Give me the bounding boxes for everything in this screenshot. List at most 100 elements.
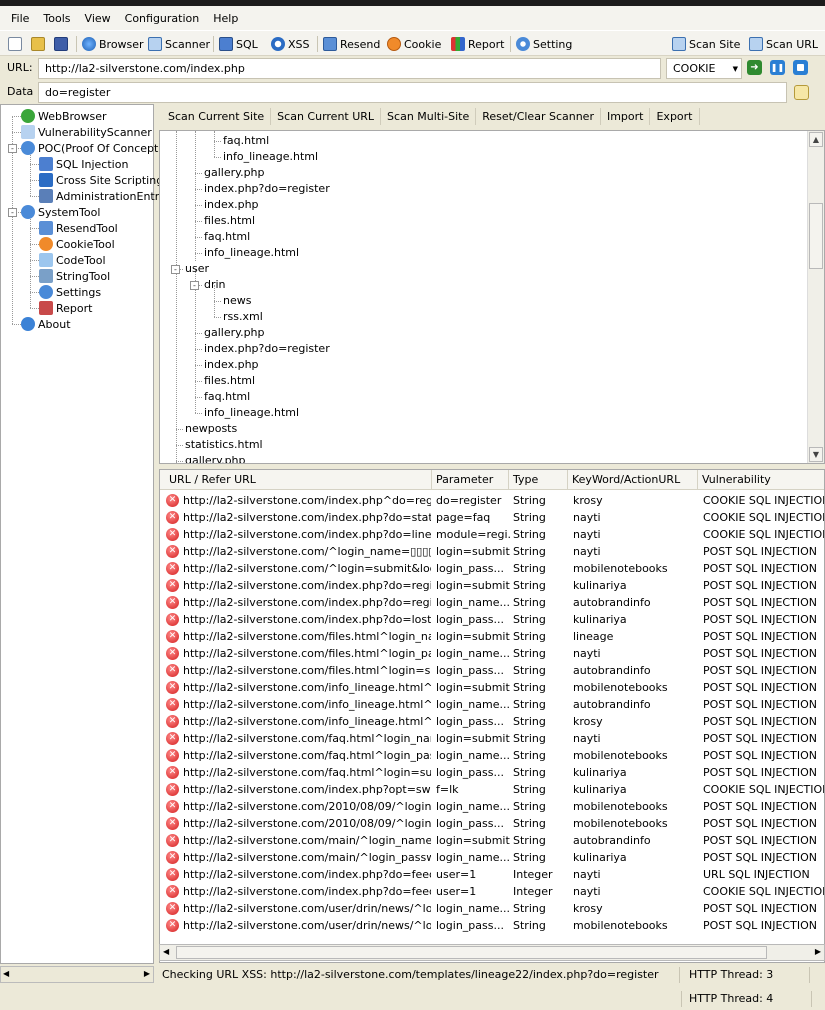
menu-configuration[interactable]: Configuration bbox=[118, 12, 207, 25]
site-tree-node[interactable]: gallery.php bbox=[185, 453, 246, 463]
tree-item-stringtool[interactable]: StringTool bbox=[39, 268, 110, 284]
table-row[interactable]: ✕ http://la2-silverstone.com/index.php^do… bbox=[160, 492, 824, 509]
scan-current-site-button[interactable]: Scan Current Site bbox=[162, 108, 272, 125]
table-row[interactable]: ✕ http://la2-silverstone.com/index.php?do… bbox=[160, 594, 824, 611]
setting-button[interactable]: Setting bbox=[516, 34, 572, 54]
scroll-left-icon[interactable]: ◀ bbox=[163, 947, 169, 956]
tree-item-sql-injection[interactable]: SQL Injection bbox=[39, 156, 128, 172]
sql-button[interactable]: SQL bbox=[219, 34, 258, 54]
column-header-url[interactable]: URL / Refer URL bbox=[160, 470, 432, 490]
table-row[interactable]: ✕ http://la2-silverstone.com/2010/08/09/^… bbox=[160, 798, 824, 815]
site-tree-node[interactable]: gallery.php bbox=[204, 325, 265, 340]
table-row[interactable]: ✕ http://la2-silverstone.com/index.php?op… bbox=[160, 781, 824, 798]
table-row[interactable]: ✕ http://la2-silverstone.com/index.php?do… bbox=[160, 509, 824, 526]
menu-view[interactable]: View bbox=[78, 12, 118, 25]
save-button[interactable] bbox=[54, 34, 68, 54]
scroll-up-icon[interactable]: ▲ bbox=[809, 132, 823, 147]
site-tree-node[interactable]: info_lineage.html bbox=[223, 149, 318, 164]
table-row[interactable]: ✕ http://la2-silverstone.com/index.php?do… bbox=[160, 577, 824, 594]
site-tree-node[interactable]: index.php?do=register bbox=[204, 181, 330, 196]
url-input[interactable]: http://la2-silverstone.com/index.php bbox=[38, 58, 661, 79]
site-tree-node[interactable]: faq.html bbox=[204, 389, 250, 404]
site-tree-node[interactable]: index.php bbox=[204, 197, 259, 212]
table-row[interactable]: ✕ http://la2-silverstone.com/^login_name=… bbox=[160, 543, 824, 560]
column-header-parameter[interactable]: Parameter bbox=[432, 470, 509, 490]
site-tree-node[interactable]: drin bbox=[204, 277, 226, 292]
site-tree-node[interactable]: faq.html bbox=[223, 133, 269, 148]
table-row[interactable]: ✕ http://la2-silverstone.com/index.php?do… bbox=[160, 866, 824, 883]
table-row[interactable]: ✕ http://la2-silverstone.com/info_lineage… bbox=[160, 696, 824, 713]
menu-tools[interactable]: Tools bbox=[36, 12, 77, 25]
site-tree-node[interactable]: info_lineage.html bbox=[204, 245, 299, 260]
reset-clear-scanner-button[interactable]: Reset/Clear Scanner bbox=[476, 108, 601, 125]
scan-current-url-button[interactable]: Scan Current URL bbox=[271, 108, 382, 125]
table-row[interactable]: ✕ http://la2-silverstone.com/index.php?do… bbox=[160, 526, 824, 543]
tree-item-vulnerabilityscanner[interactable]: VulnerabilityScanner bbox=[21, 124, 152, 140]
site-tree-node[interactable]: info_lineage.html bbox=[204, 405, 299, 420]
table-row[interactable]: ✕ http://la2-silverstone.com/main/^login_… bbox=[160, 849, 824, 866]
xss-button[interactable]: XSS bbox=[271, 34, 310, 54]
tree-item-poc-proof-of-concept[interactable]: POC(Proof Of Concept) bbox=[21, 140, 163, 156]
cookie-button[interactable]: Cookie bbox=[387, 34, 441, 54]
site-tree-node[interactable]: news bbox=[223, 293, 251, 308]
browser-button[interactable]: Browser bbox=[82, 34, 144, 54]
scroll-down-icon[interactable]: ▼ bbox=[809, 447, 823, 462]
scroll-left-icon[interactable]: ◀ bbox=[3, 969, 9, 978]
go-arrow-icon[interactable]: ➜ bbox=[747, 60, 762, 75]
scan-url-button[interactable]: Scan URL bbox=[749, 34, 818, 54]
export-button[interactable]: Export bbox=[650, 108, 700, 125]
scanner-button[interactable]: Scanner bbox=[148, 34, 210, 54]
method-select[interactable]: COOKIE ▼ bbox=[666, 58, 742, 79]
scan-site-button[interactable]: Scan Site bbox=[672, 34, 740, 54]
site-tree-node[interactable]: gallery.php bbox=[204, 165, 265, 180]
table-row[interactable]: ✕ http://la2-silverstone.com/user/drin/ne… bbox=[160, 900, 824, 917]
collapse-toggle[interactable]: - bbox=[8, 144, 17, 153]
table-row[interactable]: ✕ http://la2-silverstone.com/main/^login_… bbox=[160, 832, 824, 849]
import-button[interactable]: Import bbox=[601, 108, 651, 125]
scrollbar-thumb[interactable] bbox=[809, 203, 823, 269]
tree-item-about[interactable]: About bbox=[21, 316, 71, 332]
table-row[interactable]: ✕ http://la2-silverstone.com/index.php?do… bbox=[160, 611, 824, 628]
site-tree-node[interactable]: statistics.html bbox=[185, 437, 263, 452]
stop-icon[interactable] bbox=[793, 60, 808, 75]
site-tree-vertical-scrollbar[interactable]: ▲ ▼ bbox=[807, 131, 824, 463]
resend-button[interactable]: Resend bbox=[323, 34, 380, 54]
collapse-toggle[interactable]: - bbox=[171, 265, 180, 274]
menu-help[interactable]: Help bbox=[206, 12, 245, 25]
pause-icon[interactable]: ❚❚ bbox=[770, 60, 785, 75]
table-row[interactable]: ✕ http://la2-silverstone.com/2010/08/09/^… bbox=[160, 815, 824, 832]
table-row[interactable]: ✕ http://la2-silverstone.com/files.html^l… bbox=[160, 628, 824, 645]
tree-item-codetool[interactable]: CodeTool bbox=[39, 252, 106, 268]
open-button[interactable] bbox=[31, 34, 45, 54]
edit-icon[interactable] bbox=[794, 85, 809, 100]
left-horizontal-scrollbar[interactable]: ◀ ▶ bbox=[0, 966, 154, 983]
site-tree-node[interactable]: index.php?do=register bbox=[204, 341, 330, 356]
table-row[interactable]: ✕ http://la2-silverstone.com/info_lineage… bbox=[160, 679, 824, 696]
site-tree-node[interactable]: rss.xml bbox=[223, 309, 263, 324]
column-header-keyword[interactable]: KeyWord/ActionURL bbox=[568, 470, 698, 490]
site-tree-node[interactable]: newposts bbox=[185, 421, 237, 436]
tree-item-report[interactable]: Report bbox=[39, 300, 92, 316]
collapse-toggle[interactable]: - bbox=[8, 208, 17, 217]
tree-item-systemtool[interactable]: SystemTool bbox=[21, 204, 100, 220]
tree-item-settings[interactable]: Settings bbox=[39, 284, 101, 300]
menu-file[interactable]: File bbox=[4, 12, 36, 25]
new-button[interactable] bbox=[8, 34, 22, 54]
scroll-right-icon[interactable]: ▶ bbox=[815, 947, 821, 956]
site-tree-node[interactable]: user bbox=[185, 261, 209, 276]
table-row[interactable]: ✕ http://la2-silverstone.com/^login=submi… bbox=[160, 560, 824, 577]
data-input[interactable]: do=register bbox=[38, 82, 787, 103]
site-tree-node[interactable]: faq.html bbox=[204, 229, 250, 244]
collapse-toggle[interactable]: - bbox=[190, 281, 199, 290]
horizontal-scrollbar-thumb[interactable] bbox=[176, 946, 767, 959]
tree-item-cross-site-scripting[interactable]: Cross Site Scripting bbox=[39, 172, 163, 188]
table-row[interactable]: ✕ http://la2-silverstone.com/user/drin/ne… bbox=[160, 917, 824, 934]
table-row[interactable]: ✕ http://la2-silverstone.com/files.html^l… bbox=[160, 645, 824, 662]
results-horizontal-scrollbar[interactable]: ◀ ▶ bbox=[159, 944, 825, 961]
scroll-right-icon[interactable]: ▶ bbox=[144, 969, 150, 978]
table-row[interactable]: ✕ http://la2-silverstone.com/faq.html^log… bbox=[160, 747, 824, 764]
table-row[interactable]: ✕ http://la2-silverstone.com/faq.html^log… bbox=[160, 764, 824, 781]
tree-item-cookietool[interactable]: CookieTool bbox=[39, 236, 115, 252]
column-header-vulnerability[interactable]: Vulnerability bbox=[698, 470, 824, 490]
table-row[interactable]: ✕ http://la2-silverstone.com/info_lineage… bbox=[160, 713, 824, 730]
